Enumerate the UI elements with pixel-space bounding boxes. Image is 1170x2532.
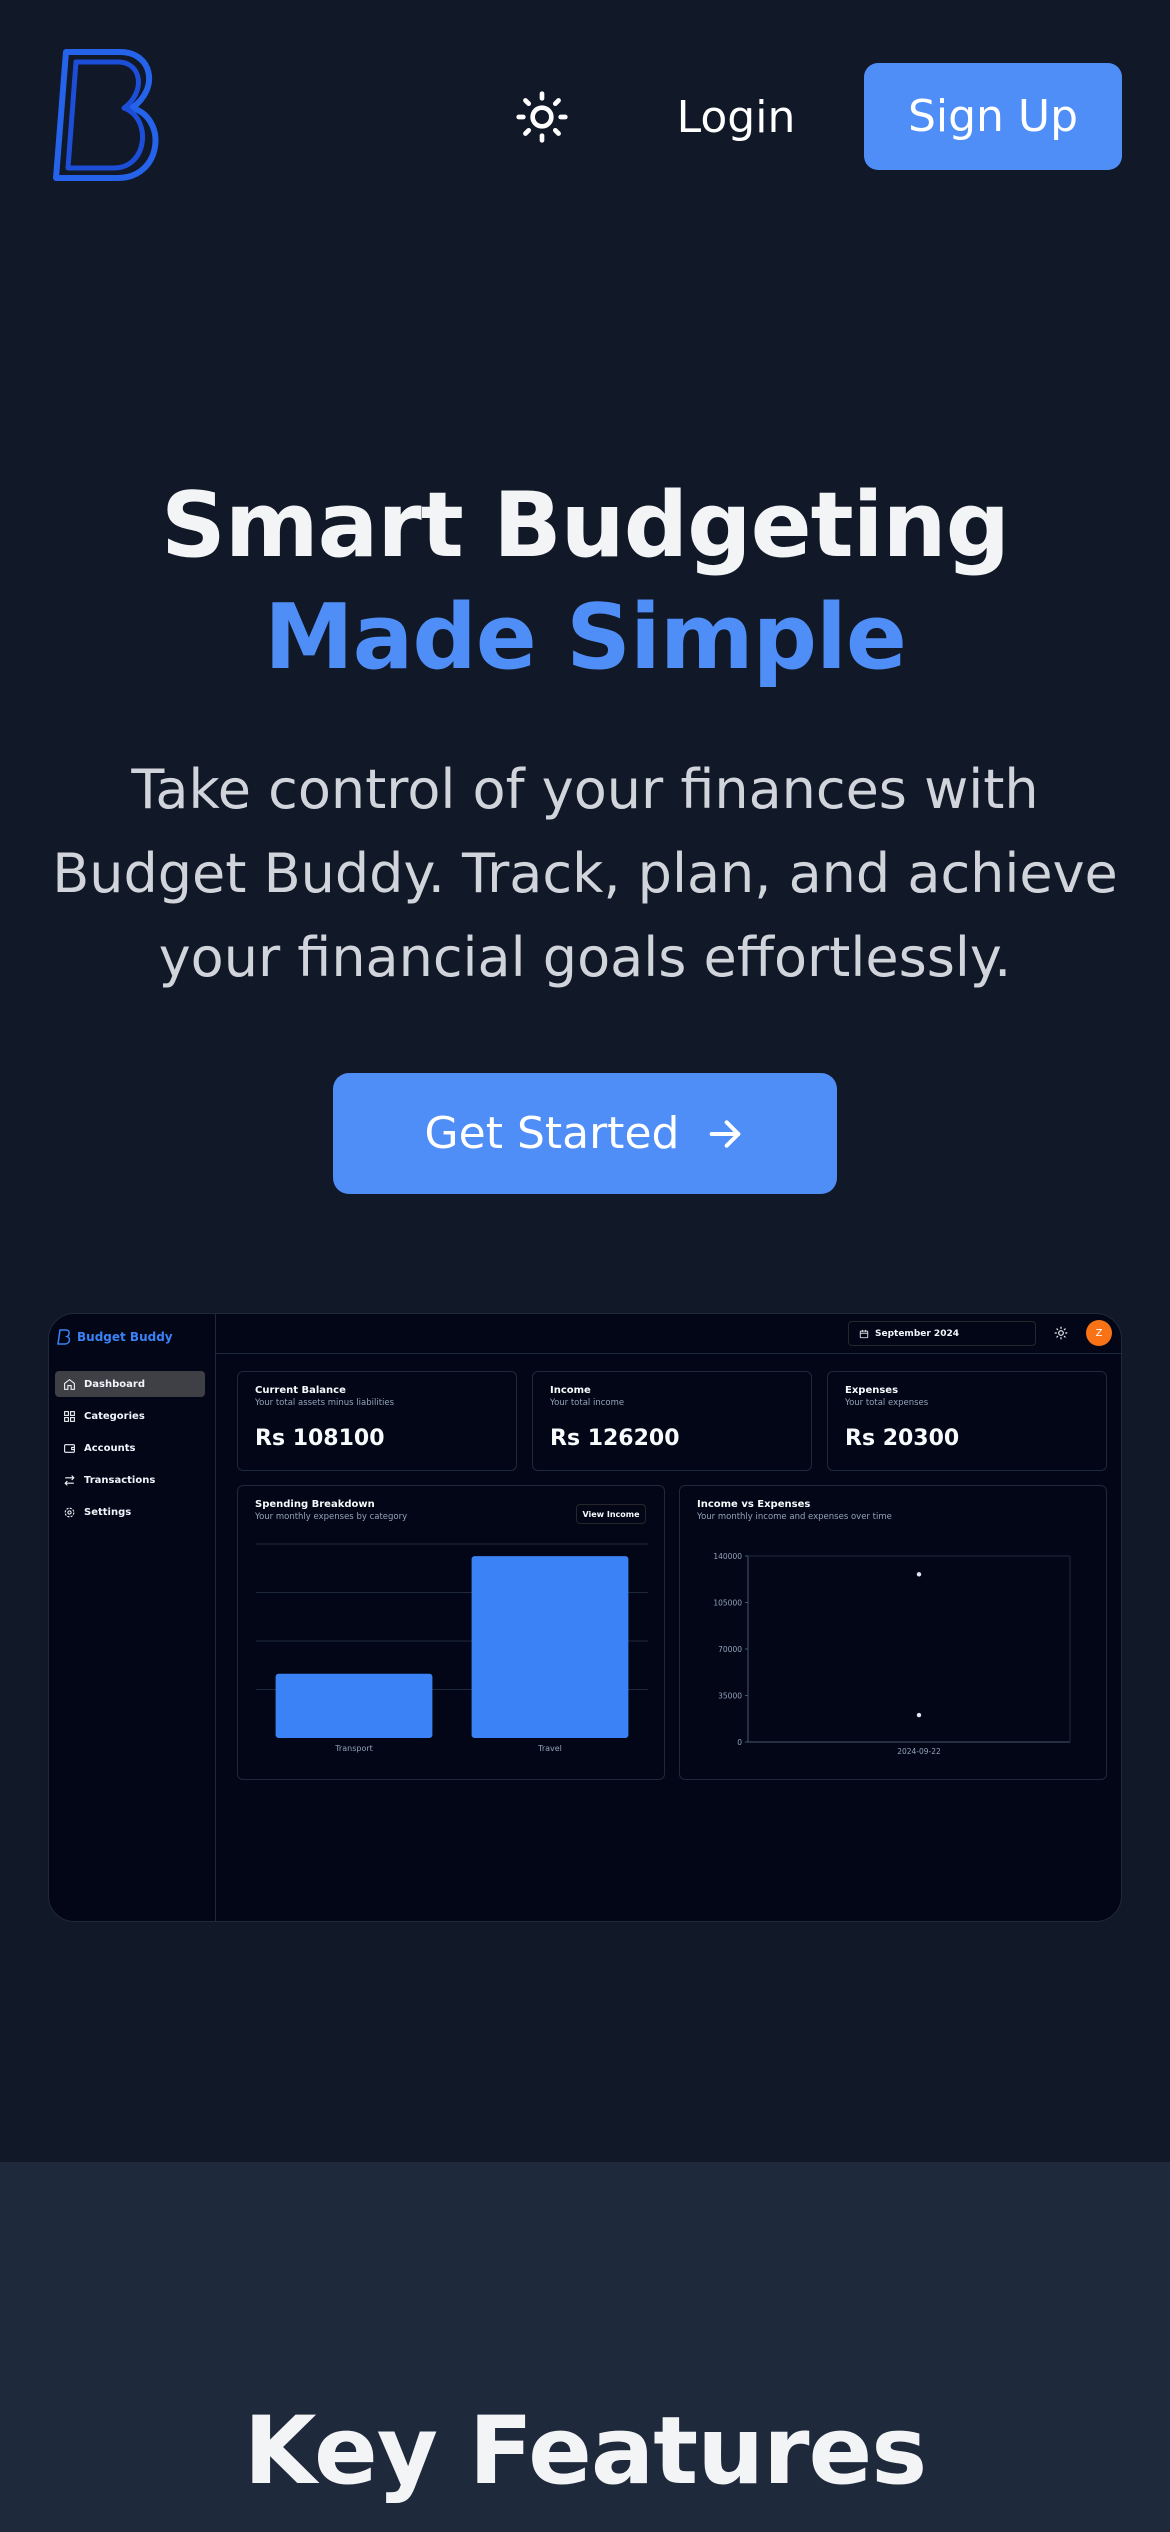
y-tick-label: 35000 [718,1692,742,1701]
sidebar-item-label: Categories [84,1410,145,1422]
x-tick-label: 2024-09-22 [897,1747,941,1756]
hero-title: Smart Budgeting Made Simple [40,470,1130,694]
get-started-button[interactable]: Get Started [333,1073,837,1194]
bar [471,1556,629,1738]
sun-icon[interactable] [1054,1326,1068,1340]
card-title: Expenses [845,1385,899,1396]
x-tick-label: Travel [537,1744,562,1753]
card-subtitle: Your total income [550,1398,625,1408]
y-tick-label: 70000 [718,1645,742,1654]
income-vs-expenses-card: Income vs Expenses Your monthly income a… [679,1485,1107,1780]
wallet-icon [64,1443,75,1453]
card-title: Income [550,1385,591,1396]
calendar-icon [859,1329,869,1338]
hero-title-accent: Made Simple [264,585,907,690]
sidebar-item-label: Settings [84,1506,132,1518]
grid-icon [64,1410,75,1422]
home-icon [64,1378,75,1390]
bar [275,1673,433,1738]
y-tick-label: 140000 [713,1552,742,1561]
preview-topbar: September 2024 Z [216,1314,1121,1354]
sidebar-item-label: Transactions [84,1474,156,1486]
expenses-card: Expenses Your total expenses Rs 20300 [827,1371,1107,1471]
card-value: Rs 108100 [255,1426,385,1451]
card-value: Rs 20300 [845,1426,960,1451]
features-title: Key Features [243,2397,927,2506]
dashboard-preview: Budget Buddy Dashboard Categories Accoun… [48,1313,1122,1922]
card-subtitle: Your total assets minus liabilities [255,1398,395,1408]
current-balance-card: Current Balance Your total assets minus … [237,1371,517,1471]
income-card: Income Your total income Rs 126200 [532,1371,812,1471]
sidebar-item-dashboard[interactable]: Dashboard [55,1371,205,1397]
x-tick-label: Transport [334,1744,373,1753]
login-link[interactable]: Login [666,82,806,152]
sidebar-item-label: Accounts [84,1442,136,1454]
arrow-right-icon [710,1119,741,1148]
sidebar-item-transactions[interactable]: Transactions [55,1467,205,1493]
spending-bar-chart: Transport Travel [256,1543,648,1753]
y-tick-label: 105000 [713,1599,742,1608]
card-title: Current Balance [255,1385,346,1396]
signup-button[interactable]: Sign Up [864,63,1122,170]
card-value: Rs 126200 [550,1426,680,1451]
income-expenses-chart: 0 35000 70000 105000 140000 2024-09-22 [713,1552,1071,1756]
arrows-icon [64,1474,75,1486]
data-point [916,1572,922,1577]
logo-icon [57,1329,71,1345]
sun-icon [516,91,568,143]
theme-toggle-button[interactable] [510,85,574,149]
hero-subtitle: Take control of your finances with Budge… [52,758,1118,989]
avatar[interactable]: Z [1086,1320,1112,1346]
sidebar-item-accounts[interactable]: Accounts [55,1435,205,1461]
hero-title-main: Smart Budgeting [161,473,1010,578]
y-tick-label: 0 [737,1738,742,1747]
data-point [916,1712,922,1718]
card-subtitle: Your total expenses [845,1398,929,1408]
features-section: Key Features [0,2162,1170,2532]
budget-buddy-logo[interactable] [48,48,164,182]
site-header: Login Sign Up [0,0,1170,235]
get-started-label: Get Started [424,1108,680,1159]
spending-breakdown-card: Spending Breakdown Your monthly expenses… [237,1485,665,1780]
preview-sidebar: Budget Buddy Dashboard Categories Accoun… [49,1314,216,1921]
month-picker[interactable]: September 2024 [848,1321,1036,1346]
gear-icon [64,1507,75,1517]
preview-brand-name: Budget Buddy [77,1330,173,1344]
sidebar-item-label: Dashboard [84,1378,145,1390]
preview-nav: Dashboard Categories Accounts Transactio… [55,1371,205,1531]
sidebar-item-settings[interactable]: Settings [55,1499,205,1525]
month-picker-label: September 2024 [875,1328,959,1339]
preview-brand: Budget Buddy [57,1324,173,1350]
sidebar-item-categories[interactable]: Categories [55,1403,205,1429]
